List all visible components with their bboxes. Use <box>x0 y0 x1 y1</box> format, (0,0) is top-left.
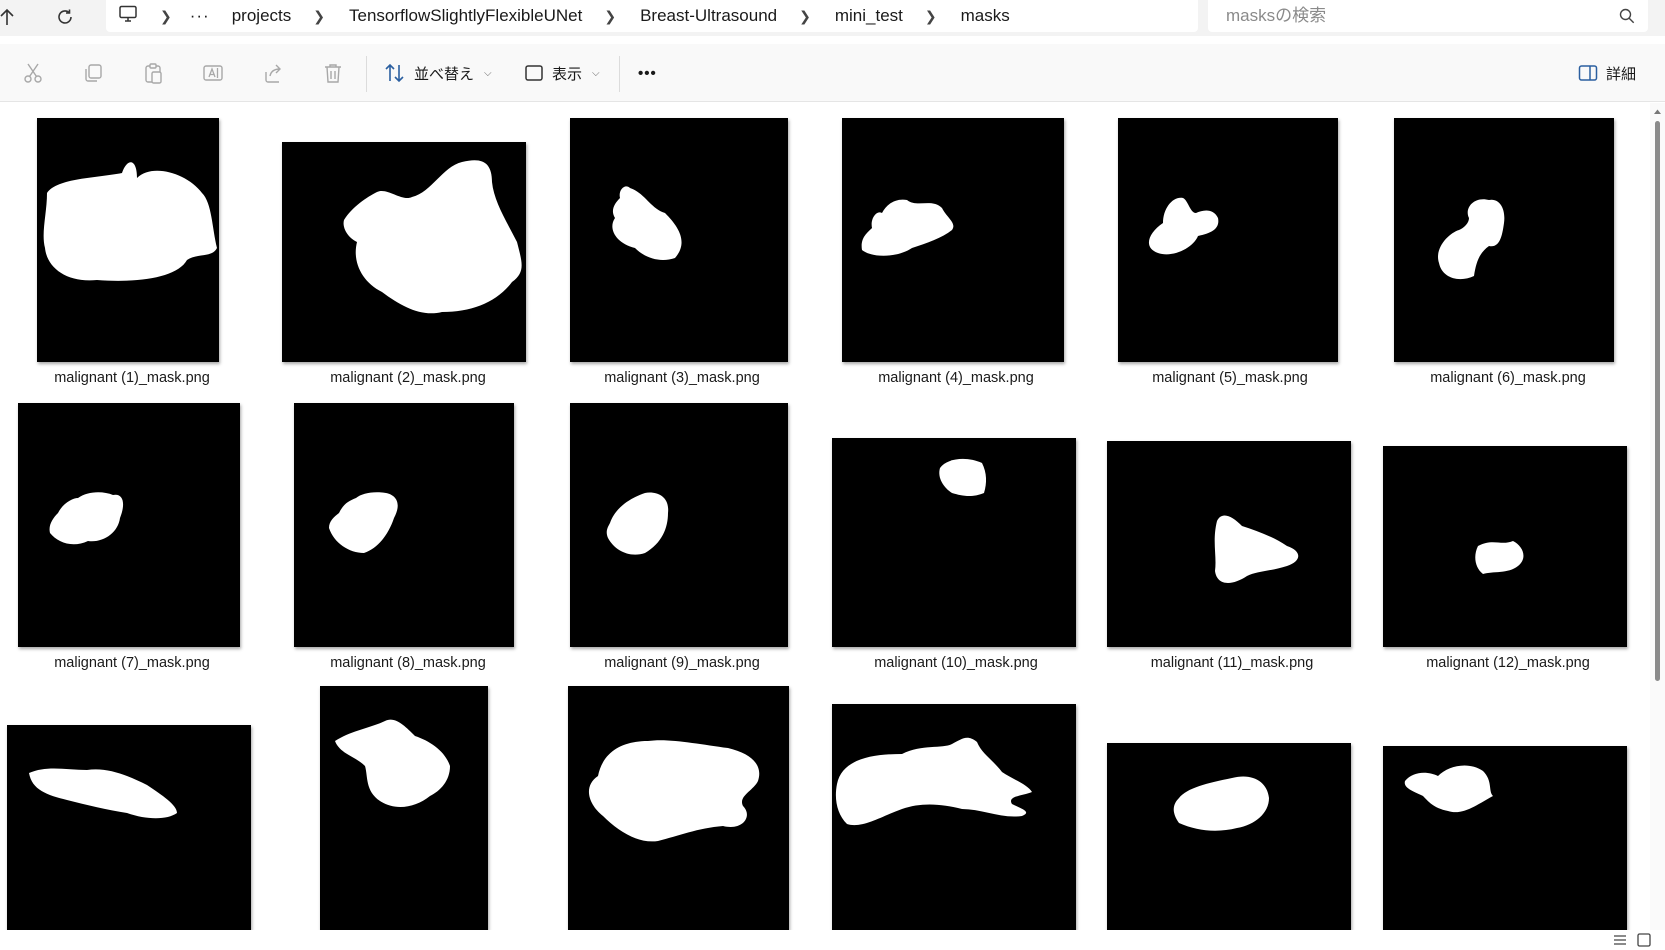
file-thumbnail[interactable] <box>842 118 1064 362</box>
refresh-icon[interactable] <box>50 2 80 32</box>
address-bar-row: ❯ ··· projects ❯ TensorflowSlightlyFlexi… <box>0 0 1665 36</box>
file-name[interactable]: malignant (11)_mask.png <box>1128 655 1336 671</box>
file-name[interactable]: malignant (1)_mask.png <box>37 370 227 386</box>
command-bar: 並べ替え ⌵ 表示 ⌵ ••• 詳細 <box>0 44 1665 102</box>
breadcrumb-item-masks[interactable]: masks <box>957 6 1014 26</box>
chevron-right-icon[interactable]: ❯ <box>313 8 325 25</box>
search-input[interactable] <box>1226 6 1606 26</box>
mask-shape <box>1475 541 1524 574</box>
status-bar <box>0 930 1665 950</box>
cut-icon[interactable] <box>20 60 46 86</box>
mask-shape <box>1214 515 1299 583</box>
mask-shape <box>335 719 450 808</box>
large-icons-view-icon[interactable] <box>1636 932 1652 948</box>
file-thumbnail[interactable] <box>832 438 1076 647</box>
mask-shape <box>835 737 1032 826</box>
breadcrumb-item-dataset[interactable]: Breast-Ultrasound <box>636 6 781 26</box>
file-thumbnail[interactable] <box>1107 743 1351 930</box>
chevron-down-icon: ⌵ <box>592 67 600 79</box>
chevron-right-icon[interactable]: ❯ <box>925 8 937 25</box>
file-thumbnail[interactable] <box>1394 118 1614 362</box>
delete-icon[interactable] <box>320 60 346 86</box>
details-pane-icon <box>1578 65 1598 81</box>
mask-shape <box>29 768 177 819</box>
details-button[interactable]: 詳細 <box>1578 58 1636 88</box>
mask-shape <box>1404 765 1493 813</box>
toolbar-divider <box>619 56 620 92</box>
share-icon[interactable] <box>260 60 286 86</box>
details-label: 詳細 <box>1606 65 1637 83</box>
search-icon[interactable] <box>1618 7 1636 25</box>
file-name[interactable]: malignant (8)_mask.png <box>310 655 506 671</box>
file-name[interactable]: malignant (4)_mask.png <box>856 370 1056 386</box>
file-thumbnail[interactable] <box>294 403 514 647</box>
mask-shape <box>329 492 398 553</box>
view-icon <box>525 65 543 81</box>
file-thumbnail[interactable] <box>570 403 788 647</box>
this-pc-icon[interactable] <box>114 5 142 28</box>
breadcrumb-item-project[interactable]: TensorflowSlightlyFlexibleUNet <box>345 6 586 26</box>
file-name[interactable]: malignant (7)_mask.png <box>37 655 227 671</box>
file-thumbnail[interactable] <box>7 725 251 930</box>
file-thumbnail[interactable] <box>1107 441 1351 647</box>
scrollbar-thumb[interactable] <box>1655 121 1660 681</box>
chevron-right-icon[interactable]: ❯ <box>799 8 811 25</box>
file-thumbnail[interactable] <box>37 118 219 362</box>
file-grid: malignant (1)_mask.png malignant (2)_mas… <box>0 103 1650 930</box>
chevron-right-icon[interactable]: ❯ <box>604 8 616 25</box>
chevron-right-icon[interactable]: ❯ <box>160 8 172 25</box>
view-button[interactable]: 表示 ⌵ <box>524 58 600 88</box>
mask-shape <box>606 492 669 555</box>
toolbar-divider <box>366 56 367 92</box>
file-thumbnail[interactable] <box>1383 746 1627 930</box>
mask-shape <box>343 160 522 314</box>
copy-icon[interactable] <box>80 60 106 86</box>
mask-shape <box>939 458 987 497</box>
vertical-scrollbar[interactable] <box>1650 103 1665 930</box>
up-arrow-icon[interactable] <box>0 2 22 32</box>
chevron-down-icon: ⌵ <box>484 67 492 79</box>
file-thumbnail[interactable] <box>1383 446 1627 647</box>
mask-shape <box>612 186 682 260</box>
search-box[interactable] <box>1208 0 1648 32</box>
mask-shape <box>861 199 954 256</box>
file-thumbnail[interactable] <box>568 686 789 930</box>
rename-icon[interactable] <box>200 60 226 86</box>
sort-label: 並べ替え <box>414 65 475 83</box>
mask-shape <box>43 162 217 281</box>
file-thumbnail[interactable] <box>320 686 488 930</box>
scroll-up-icon[interactable] <box>1653 107 1662 116</box>
breadcrumb[interactable]: ❯ ··· projects ❯ TensorflowSlightlyFlexi… <box>106 0 1198 32</box>
file-thumbnail[interactable] <box>18 403 240 647</box>
breadcrumb-item-projects[interactable]: projects <box>228 6 296 26</box>
details-view-icon[interactable] <box>1612 932 1628 948</box>
sort-button[interactable]: 並べ替え ⌵ <box>384 58 492 88</box>
breadcrumb-item-mini-test[interactable]: mini_test <box>831 6 907 26</box>
breadcrumb-overflow[interactable]: ··· <box>186 6 214 26</box>
mask-shape <box>1173 776 1269 831</box>
view-label: 表示 <box>552 65 583 83</box>
file-thumbnail[interactable] <box>832 704 1076 930</box>
sort-icon <box>385 63 404 83</box>
file-name[interactable]: malignant (12)_mask.png <box>1404 655 1612 671</box>
file-thumbnail[interactable] <box>282 142 526 362</box>
mask-shape <box>1438 199 1505 280</box>
file-name[interactable]: malignant (2)_mask.png <box>310 370 506 386</box>
file-thumbnail[interactable] <box>1118 118 1338 362</box>
file-name[interactable]: malignant (3)_mask.png <box>582 370 782 386</box>
more-options-button[interactable]: ••• <box>638 58 657 88</box>
file-name[interactable]: malignant (10)_mask.png <box>852 655 1060 671</box>
mask-shape <box>588 740 760 842</box>
file-name[interactable]: malignant (9)_mask.png <box>582 655 782 671</box>
file-name[interactable]: malignant (5)_mask.png <box>1130 370 1330 386</box>
paste-icon[interactable] <box>140 60 166 86</box>
file-name[interactable]: malignant (6)_mask.png <box>1408 370 1608 386</box>
file-thumbnail[interactable] <box>570 118 788 362</box>
mask-shape <box>1148 197 1219 255</box>
mask-shape <box>49 492 124 545</box>
